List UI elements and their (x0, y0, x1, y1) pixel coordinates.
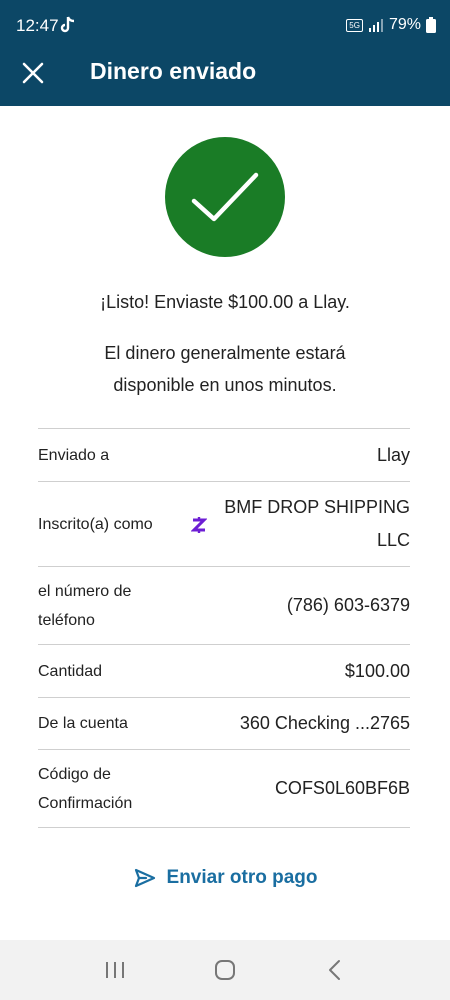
confirmation-code-label-line-2: Confirmación (38, 794, 133, 812)
detail-row-account: De la cuenta 360 Checking ...2765 (38, 698, 410, 750)
phone-label: el número de teléfono (38, 577, 178, 635)
status-bar: 12:47 5G 79% (0, 0, 450, 46)
enrolled-as-label: Inscrito(a) como (38, 515, 153, 533)
system-nav-bar (0, 940, 450, 1000)
close-button[interactable] (16, 56, 50, 90)
phone-label-line-2: teléfono (38, 611, 95, 629)
confirmation-code-label: Código de Confirmación (38, 760, 178, 818)
account-label: De la cuenta (38, 715, 128, 732)
status-indicators: 5G 79% (346, 15, 436, 35)
checkmark-icon (191, 172, 259, 222)
detail-row-confirmation-code: Código de Confirmación COFS0L60BF6B (38, 750, 410, 828)
send-another-label: Enviar otro pago (166, 867, 318, 888)
phone-label-line-1: el número de (38, 582, 132, 600)
payment-details: Enviado a Llay Inscrito(a) como BMF DROP… (38, 428, 410, 828)
sent-to-label: Enviado a (38, 446, 110, 464)
recent-apps-icon (106, 962, 124, 978)
enrolled-as-value-line-1: BMF DROP SHIPPING (224, 497, 410, 517)
enrolled-as-value-line-2: LLC (376, 530, 410, 550)
availability-message: El dinero generalmente estará disponible… (40, 337, 410, 401)
phone-value: (786) 603-6379 (286, 595, 410, 615)
close-icon (22, 62, 44, 84)
home-button[interactable] (211, 956, 239, 984)
network-5g-icon: 5G (346, 18, 363, 32)
confirmation-message: ¡Listo! Enviaste $100.00 a Llay. (100, 292, 350, 312)
availability-line-1: El dinero generalmente estará (104, 343, 346, 363)
availability-line-2: disponible en unos minutos. (113, 375, 337, 395)
app-header: 12:47 5G 79% Dinero enviado (0, 0, 450, 106)
tiktok-icon (60, 16, 75, 33)
signal-icon (368, 19, 383, 32)
sent-to-value: Llay (376, 444, 410, 465)
zelle-icon (188, 514, 210, 536)
confirmation-code-label-line-1: Código de (38, 765, 111, 783)
amount-label: Cantidad (38, 662, 103, 680)
battery-percent: 79% (388, 16, 421, 33)
back-button[interactable] (321, 956, 349, 984)
amount-value: $100.00 (344, 660, 410, 681)
status-time: 12:47 (16, 16, 59, 35)
confirmation-code-value: COFS0L60BF6B (274, 778, 410, 798)
home-icon (215, 960, 235, 980)
page-title: Dinero enviado (90, 58, 257, 84)
enrolled-as-value: BMF DROP SHIPPING LLC (220, 491, 410, 557)
back-icon (329, 960, 340, 980)
battery-icon (426, 17, 436, 33)
detail-row-enrolled-as: Inscrito(a) como BMF DROP SHIPPING LLC (38, 482, 410, 567)
detail-row-phone: el número de teléfono (786) 603-6379 (38, 567, 410, 645)
recent-apps-button[interactable] (101, 956, 129, 984)
detail-row-sent-to: Enviado a Llay (38, 429, 410, 482)
send-another-payment-button[interactable]: Enviar otro pago (0, 866, 450, 890)
detail-row-amount: Cantidad $100.00 (38, 645, 410, 698)
account-value: 360 Checking ...2765 (239, 713, 410, 733)
success-badge (165, 137, 285, 257)
send-icon (134, 868, 155, 888)
